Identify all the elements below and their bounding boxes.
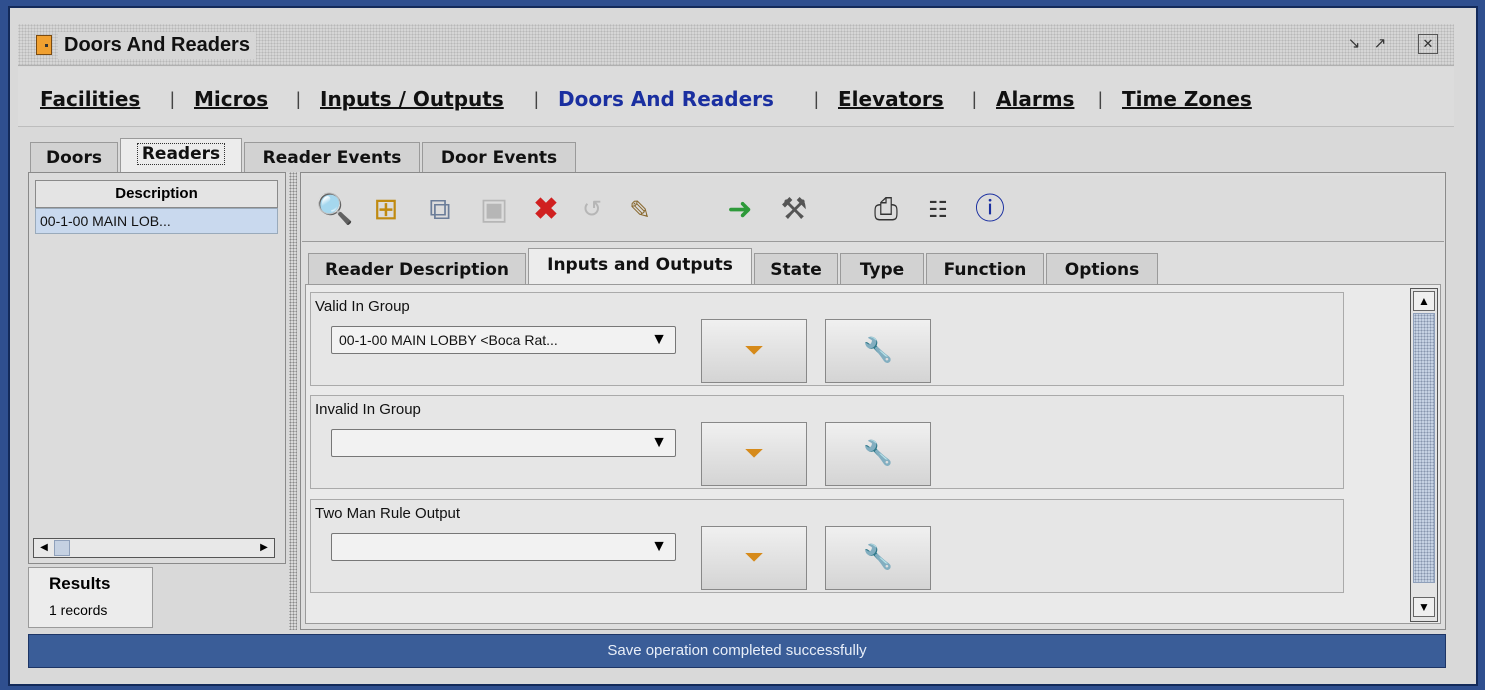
scroll-up-icon[interactable]: ▲ [1413, 291, 1435, 311]
splitter-handle[interactable] [289, 172, 297, 630]
tools-icon[interactable]: ⚒ [776, 192, 812, 228]
tab-inputs-and-outputs[interactable]: Inputs and Outputs [528, 248, 752, 285]
save-icon[interactable]: ▣ [476, 192, 512, 228]
filter-button[interactable]: ⏷ [701, 422, 807, 486]
go-icon[interactable]: ➜ [722, 192, 758, 228]
results-count: 1 records [49, 602, 108, 618]
valid-in-group-label: Valid In Group [315, 298, 410, 315]
nav-micros[interactable]: Micros [194, 87, 268, 111]
scroll-thumb[interactable] [54, 540, 70, 556]
valid-in-group-value: 00-1-00 MAIN LOBBY <Boca Rat... [339, 332, 558, 348]
scroll-thumb[interactable] [1413, 313, 1435, 583]
print-icon[interactable]: ⎙ [868, 192, 904, 228]
tab-state[interactable]: State [754, 253, 838, 285]
tab-reader-description[interactable]: Reader Description [308, 253, 526, 285]
chevron-down-icon[interactable]: ▼ [651, 430, 667, 456]
restore-icon[interactable]: ↘ [1344, 34, 1364, 54]
tab-reader-events[interactable]: Reader Events [244, 142, 420, 172]
tab-readers[interactable]: Readers [120, 138, 242, 172]
toolbar: 🔍 ⊞ ⧉ ▣ ✖ ↺ ✎ ➜ ⚒ ⎙ ☷ ⓘ [302, 176, 1444, 242]
invalid-in-group-section: Invalid In Group ▼ ⏷ 🔧 [310, 395, 1344, 489]
module-nav: Facilities | Micros | Inputs / Outputs |… [18, 67, 1454, 127]
wrench-icon: 🔧 [863, 440, 893, 467]
results-title: Results [49, 574, 111, 593]
tab-function[interactable]: Function [926, 253, 1044, 285]
filter-icon: ⏷ [744, 337, 764, 364]
filter-button[interactable]: ⏷ [701, 526, 807, 590]
tab-type[interactable]: Type [840, 253, 924, 285]
help-icon[interactable]: ⓘ [972, 192, 1008, 228]
nav-alarms[interactable]: Alarms [996, 87, 1074, 111]
configure-button[interactable]: 🔧 [825, 422, 931, 486]
nav-time-zones[interactable]: Time Zones [1122, 87, 1252, 111]
invalid-in-group-label: Invalid In Group [315, 401, 421, 418]
door-icon [36, 35, 52, 55]
nav-inputs-outputs[interactable]: Inputs / Outputs [320, 87, 504, 111]
nav-facilities[interactable]: Facilities [40, 87, 140, 111]
configure-button[interactable]: 🔧 [825, 319, 931, 383]
two-man-rule-output-section: Two Man Rule Output ▼ ⏷ 🔧 [310, 499, 1344, 593]
list-icon[interactable]: ☷ [920, 192, 956, 228]
tab-door-events[interactable]: Door Events [422, 142, 576, 172]
nav-separator: | [814, 89, 819, 109]
status-bar: Save operation completed successfully [28, 634, 1446, 668]
horizontal-scrollbar[interactable]: ◀ ▶ [33, 538, 275, 558]
valid-in-group-select[interactable]: 00-1-00 MAIN LOBBY <Boca Rat... ▼ [331, 326, 676, 354]
vertical-scrollbar[interactable]: ▲ ▼ [1410, 288, 1438, 622]
title-bar[interactable]: Doors And Readers ↘ ↗ ✕ [18, 24, 1454, 66]
close-icon[interactable]: ✕ [1418, 34, 1438, 54]
two-man-rule-output-label: Two Man Rule Output [315, 505, 461, 522]
two-man-rule-output-select[interactable]: ▼ [331, 533, 676, 561]
nav-separator: | [296, 89, 301, 109]
wrench-icon: 🔧 [863, 337, 893, 364]
results-tab[interactable]: Results 1 records [28, 567, 153, 628]
scroll-left-icon[interactable]: ◀ [36, 540, 52, 556]
column-header-description[interactable]: Description [35, 180, 278, 208]
nav-doors-and-readers[interactable]: Doors And Readers [558, 87, 774, 111]
filter-icon: ⏷ [744, 440, 764, 467]
filter-button[interactable]: ⏷ [701, 319, 807, 383]
add-icon[interactable]: ⊞ [368, 192, 404, 228]
edit-icon[interactable]: ✎ [622, 192, 658, 228]
configure-button[interactable]: 🔧 [825, 526, 931, 590]
nav-separator: | [1098, 89, 1103, 109]
nav-separator: | [972, 89, 977, 109]
wrench-icon: 🔧 [863, 544, 893, 571]
invalid-in-group-select[interactable]: ▼ [331, 429, 676, 457]
window-title: Doors And Readers [58, 32, 256, 59]
nav-separator: | [534, 89, 539, 109]
scroll-down-icon[interactable]: ▼ [1413, 597, 1435, 617]
list-item[interactable]: 00-1-00 MAIN LOB... [35, 208, 278, 234]
tab-options[interactable]: Options [1046, 253, 1158, 285]
filter-icon: ⏷ [744, 544, 764, 571]
scroll-right-icon[interactable]: ▶ [256, 540, 272, 556]
nav-elevators[interactable]: Elevators [838, 87, 944, 111]
maximize-icon[interactable]: ↗ [1370, 34, 1390, 54]
valid-in-group-section: Valid In Group 00-1-00 MAIN LOBBY <Boca … [310, 292, 1344, 386]
tab-readers-label: Readers [136, 143, 226, 165]
undo-icon[interactable]: ↺ [574, 192, 610, 228]
chevron-down-icon[interactable]: ▼ [651, 534, 667, 560]
delete-icon[interactable]: ✖ [528, 192, 564, 228]
search-icon[interactable]: 🔍 [316, 192, 353, 228]
nav-separator: | [170, 89, 175, 109]
tab-doors[interactable]: Doors [30, 142, 118, 172]
chevron-down-icon[interactable]: ▼ [651, 327, 667, 353]
copy-icon[interactable]: ⧉ [422, 192, 458, 228]
